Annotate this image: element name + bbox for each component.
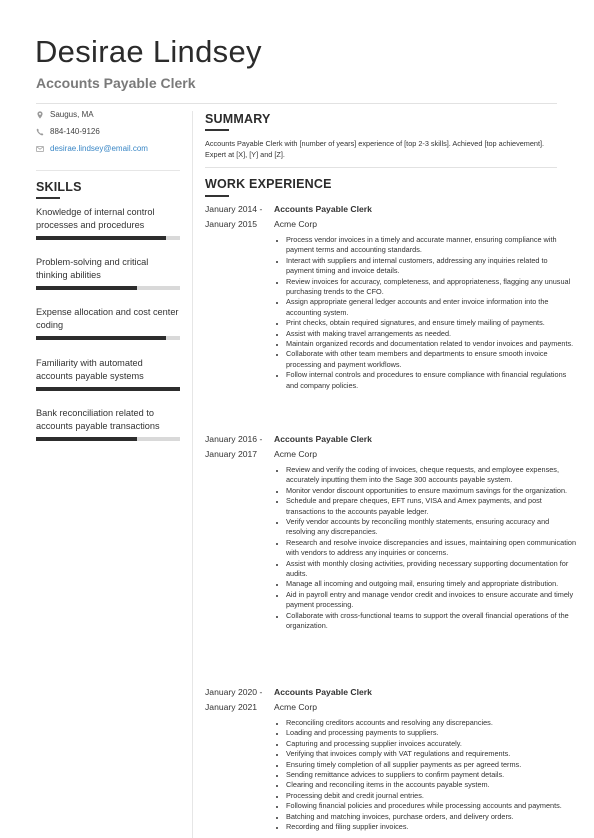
summary-divider xyxy=(205,167,557,168)
job-bullet: Collaborate with cross-functional teams … xyxy=(286,611,576,632)
job-title: Accounts Payable Clerk xyxy=(274,434,372,444)
skill-bar xyxy=(36,387,180,391)
job-date-end: January 2021 xyxy=(205,702,258,712)
phone-text: 884-140-9126 xyxy=(50,127,100,136)
job-bullet: Following financial policies and procedu… xyxy=(286,801,576,811)
job-bullet: Batching and matching invoices, purchase… xyxy=(286,812,576,822)
job-bullet: Recording and filing supplier invoices. xyxy=(286,822,576,832)
skill-bar-fill xyxy=(36,437,137,441)
job-bullet: Sending remittance advices to suppliers … xyxy=(286,770,576,780)
job-bullet: Monitor vendor discount opportunities to… xyxy=(286,486,576,496)
work-heading-underline xyxy=(205,195,229,197)
job-bullets: Review and verify the coding of invoices… xyxy=(274,465,576,632)
skill-bar-fill xyxy=(36,286,137,290)
job-bullet: Print checks, obtain required signatures… xyxy=(286,318,576,328)
email-link[interactable]: desirae.lindsey@email.com xyxy=(50,144,148,153)
job-date-start: January 2020 - xyxy=(205,687,263,697)
job-bullet: Process vendor invoices in a timely and … xyxy=(286,235,576,256)
job-bullet: Assist with making travel arrangements a… xyxy=(286,329,576,339)
skill-name: Knowledge of internal control processes … xyxy=(36,207,155,230)
location-text: Saugus, MA xyxy=(50,110,94,119)
job-bullet: Verifying that invoices comply with VAT … xyxy=(286,749,576,759)
phone-icon xyxy=(36,128,44,135)
job-bullets: Reconciling creditors accounts and resol… xyxy=(274,718,576,832)
resume-name: Desirae Lindsey xyxy=(35,34,262,69)
job-bullet: Schedule and prepare cheques, EFT runs, … xyxy=(286,496,576,517)
job-bullet: Reconciling creditors accounts and resol… xyxy=(286,718,576,728)
skills-heading: SKILLS xyxy=(36,180,82,194)
skill-bar xyxy=(36,236,180,240)
job-bullet: Capturing and processing supplier invoic… xyxy=(286,739,576,749)
skill-bar-fill xyxy=(36,236,166,240)
job-bullet: Assist with monthly closing activities, … xyxy=(286,559,576,580)
location-pin-icon xyxy=(37,110,43,119)
contact-location: Saugus, MA xyxy=(36,110,94,119)
job-date-end: January 2017 xyxy=(205,449,258,459)
job-bullet: Interact with suppliers and internal cus… xyxy=(286,256,576,277)
skill-bar-fill xyxy=(36,336,166,340)
skill-bar xyxy=(36,437,180,441)
job-bullet: Verify vendor accounts by reconciling mo… xyxy=(286,517,576,538)
job-bullet: Review invoices for accuracy, completene… xyxy=(286,277,576,298)
job-bullet: Aid in payroll entry and manage vendor c… xyxy=(286,590,576,611)
job-bullet: Clearing and reconciling items in the ac… xyxy=(286,780,576,790)
job-company: Acme Corp xyxy=(274,219,317,229)
skills-heading-underline xyxy=(36,197,60,199)
header-divider xyxy=(36,103,557,104)
skill-bar-fill xyxy=(36,387,180,391)
job-bullets: Process vendor invoices in a timely and … xyxy=(274,235,576,391)
skill-name: Problem-solving and critical thinking ab… xyxy=(36,257,149,280)
job-bullet: Ensuring timely completion of all suppli… xyxy=(286,760,576,770)
skill-bar xyxy=(36,336,180,340)
skill-item: Bank reconciliation related to accounts … xyxy=(36,407,180,441)
job-title: Accounts Payable Clerk xyxy=(274,687,372,697)
job-company: Acme Corp xyxy=(274,702,317,712)
sidebar-divider xyxy=(36,170,180,171)
work-heading: WORK EXPERIENCE xyxy=(205,177,332,191)
job-bullet: Assign appropriate general ledger accoun… xyxy=(286,297,576,318)
contact-phone: 884-140-9126 xyxy=(36,127,100,136)
summary-text: Accounts Payable Clerk with [number of y… xyxy=(205,139,545,159)
job-bullet: Collaborate with other team members and … xyxy=(286,349,576,370)
skill-item: Problem-solving and critical thinking ab… xyxy=(36,256,180,290)
job-date-start: January 2014 - xyxy=(205,204,263,214)
job-bullet: Processing debit and credit journal entr… xyxy=(286,791,576,801)
skill-name: Familiarity with automated accounts paya… xyxy=(36,358,144,381)
column-divider xyxy=(192,111,193,838)
skill-name: Expense allocation and cost center codin… xyxy=(36,307,179,330)
job-bullet: Research and resolve invoice discrepanci… xyxy=(286,538,576,559)
skill-item: Familiarity with automated accounts paya… xyxy=(36,357,180,391)
job-title: Accounts Payable Clerk xyxy=(274,204,372,214)
resume-title: Accounts Payable Clerk xyxy=(36,75,196,91)
job-date-start: January 2016 - xyxy=(205,434,263,444)
summary-heading-underline xyxy=(205,129,229,131)
skill-bar xyxy=(36,286,180,290)
contact-email[interactable]: desirae.lindsey@email.com xyxy=(36,144,148,153)
job-bullet: Loading and processing payments to suppl… xyxy=(286,728,576,738)
job-date-end: January 2015 xyxy=(205,219,258,229)
envelope-icon xyxy=(36,145,44,152)
job-bullet: Follow internal controls and procedures … xyxy=(286,370,576,391)
skill-item: Expense allocation and cost center codin… xyxy=(36,306,180,340)
skill-item: Knowledge of internal control processes … xyxy=(36,206,180,240)
summary-heading: SUMMARY xyxy=(205,112,271,126)
job-company: Acme Corp xyxy=(274,449,317,459)
job-bullet: Manage all incoming and outgoing mail, e… xyxy=(286,579,576,589)
job-bullet: Review and verify the coding of invoices… xyxy=(286,465,576,486)
skill-name: Bank reconciliation related to accounts … xyxy=(36,408,160,431)
job-bullet: Maintain organized records and documenta… xyxy=(286,339,576,349)
